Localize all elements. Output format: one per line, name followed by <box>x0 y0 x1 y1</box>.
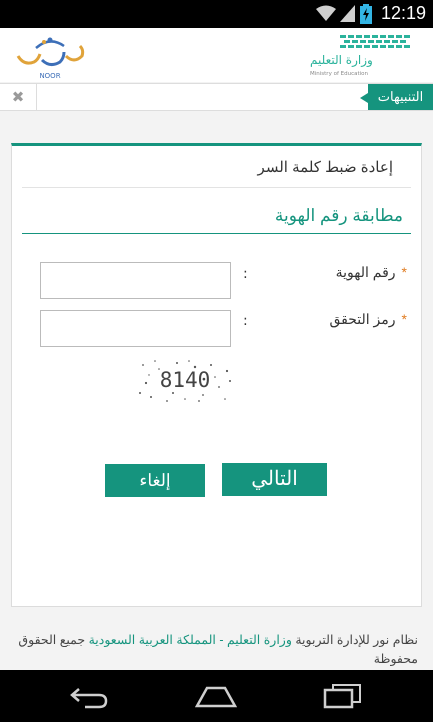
ministry-logo: وزارة التعليم Ministry of Education <box>306 31 414 83</box>
status-time: 12:19 <box>380 3 426 23</box>
ministry-logo-subtitle: Ministry of Education <box>310 71 369 77</box>
section-divider <box>22 233 411 234</box>
reset-password-card: إعادة ضبط كلمة السر مطابقة رقم الهوية * ر… <box>11 143 422 607</box>
back-icon[interactable] <box>69 682 109 714</box>
id-number-label-text: رقم الهوية <box>335 264 396 280</box>
page-title: إعادة ضبط كلمة السر <box>257 159 393 176</box>
navigation-bar <box>0 670 433 722</box>
recent-apps-icon[interactable] <box>322 682 362 714</box>
verification-code-input[interactable] <box>40 310 231 347</box>
home-icon[interactable] <box>194 682 238 714</box>
footer-system-name: نظام نور للإدارة التربوية <box>295 633 418 647</box>
footer-ministry-link[interactable]: وزارة التعليم - المملكة العربية السعودية <box>89 633 292 647</box>
status-bar: 12:19 <box>0 0 433 28</box>
close-alerts-button[interactable]: ✖ <box>0 84 37 110</box>
cell-signal-icon <box>340 5 355 26</box>
captcha-image: 8140 <box>137 357 233 409</box>
battery-charging-icon <box>360 4 372 28</box>
captcha-refresh-area <box>137 406 233 416</box>
next-button[interactable]: التالي <box>222 463 327 496</box>
footer-copyright: نظام نور للإدارة التربوية وزارة التعليم … <box>8 631 418 669</box>
required-star: * <box>401 264 407 280</box>
id-number-input[interactable] <box>40 262 231 299</box>
required-star: * <box>401 311 407 327</box>
id-number-colon: : <box>243 266 248 282</box>
verification-code-label: * رمز التحقق <box>329 311 407 328</box>
alerts-bar: ✖ التنبيهات <box>0 83 433 111</box>
verification-code-colon: : <box>243 313 248 329</box>
verification-code-label-text: رمز التحقق <box>329 311 396 327</box>
wifi-icon <box>316 5 336 26</box>
ministry-logo-title: وزارة التعليم <box>310 53 373 68</box>
app-header: NOOR وزارة التعليم Ministry of Education <box>0 28 433 82</box>
close-icon: ✖ <box>11 88 25 106</box>
divider <box>22 187 411 188</box>
section-title: مطابقة رقم الهوية <box>274 206 403 225</box>
alerts-tab[interactable]: التنبيهات <box>360 84 433 110</box>
noor-logo-caption: NOOR <box>39 72 60 80</box>
noor-logo: NOOR <box>14 32 86 84</box>
id-number-label: * رقم الهوية <box>336 264 407 281</box>
cancel-button[interactable]: إلغاء <box>105 464 205 497</box>
captcha-text: 8140 <box>160 368 211 392</box>
